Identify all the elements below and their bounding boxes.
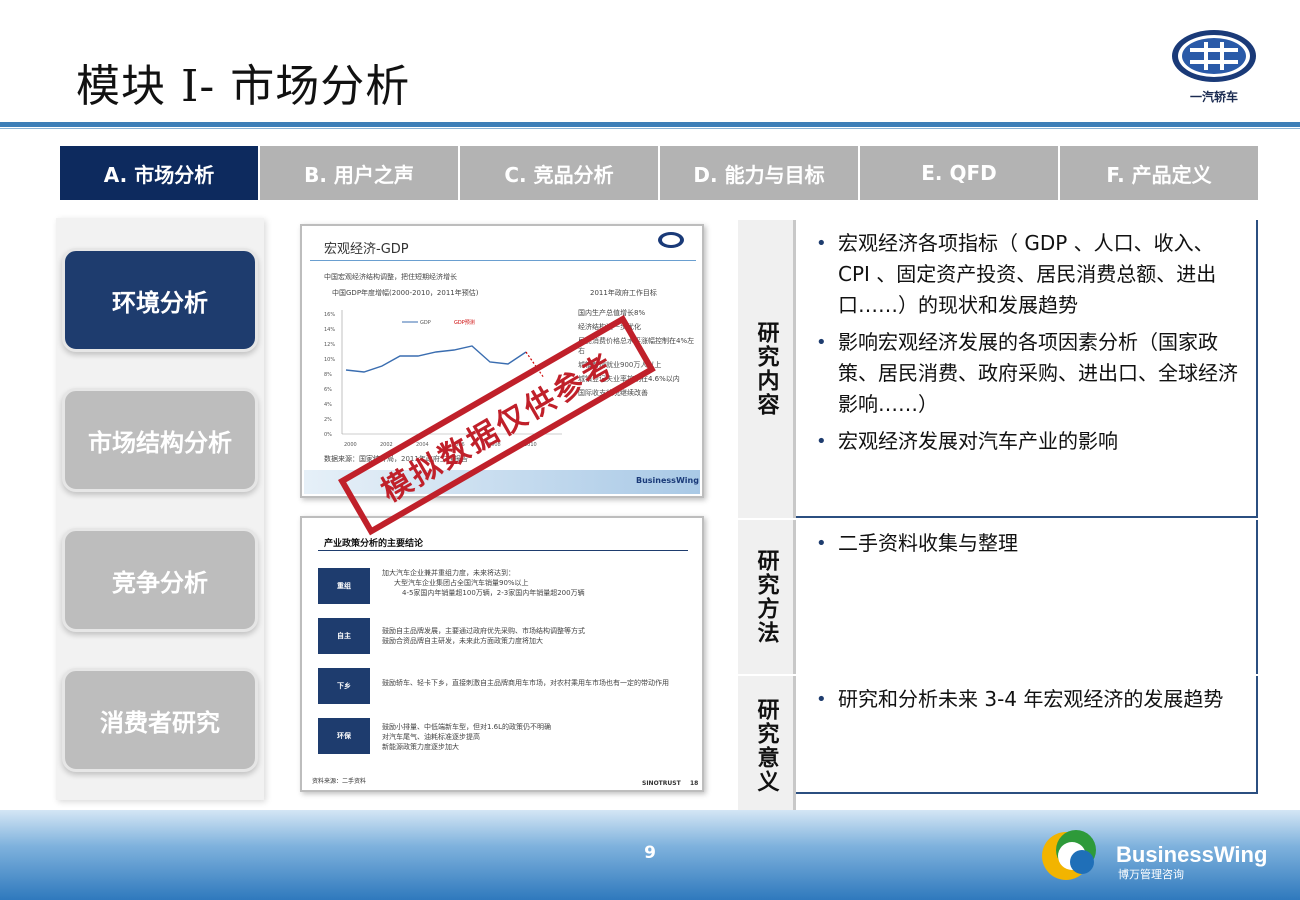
goal-item: 国内生产总值增长8% bbox=[578, 309, 646, 317]
tab-competitor-analysis[interactable]: C. 竞品分析 bbox=[460, 146, 660, 200]
y-tick: 4% bbox=[324, 402, 332, 408]
y-tick: 10% bbox=[324, 357, 335, 363]
y-tick: 8% bbox=[324, 372, 332, 378]
section-significance-box: 研究和分析未来 3-4 年宏观经济的发展趋势 bbox=[796, 676, 1258, 794]
page-number: 9 bbox=[644, 843, 656, 863]
policy-line: 4-5家国内年销量超100万辆，2-3家国内年销量超200万辆 bbox=[402, 589, 585, 597]
y-tick: 16% bbox=[324, 312, 335, 318]
thumb1-title: 宏观经济-GDP bbox=[324, 242, 409, 257]
thumb2-title: 产业政策分析的主要结论 bbox=[324, 539, 424, 549]
section-method-box: 二手资料收集与整理 bbox=[796, 520, 1258, 674]
section-label-significance: 研究意义 bbox=[738, 676, 796, 816]
section-label-content: 研究内容 bbox=[738, 220, 796, 518]
footer-brand-sub: 博万管理咨询 bbox=[1118, 868, 1184, 881]
page-title: 模块 I- 市场分析 bbox=[76, 61, 411, 112]
thumb2-footer-brand: SINOTRUST bbox=[642, 780, 681, 787]
side-nav-panel: 环境分析 市场结构分析 竞争分析 消费者研究 bbox=[56, 218, 264, 800]
legend-gdp: GDP bbox=[420, 320, 431, 326]
tab-voice-of-customer[interactable]: B. 用户之声 bbox=[260, 146, 460, 200]
policy-line: 鼓励合资品牌自主研发，未来此方面政策力度将加大 bbox=[382, 637, 543, 645]
tab-market-analysis[interactable]: A. 市场分析 bbox=[60, 146, 260, 200]
thumb1-panel-title: 2011年政府工作目标 bbox=[590, 289, 657, 297]
legend-gdp-forecast: GDP预测 bbox=[454, 319, 475, 326]
x-tick: 2000 bbox=[344, 442, 357, 448]
section-content-box: 宏观经济各项指标（ GDP 、人口、收入、 CPI 、固定资产投资、居民消费总额… bbox=[796, 220, 1258, 518]
policy-tag: 下乡 bbox=[318, 668, 370, 704]
side-nav-competition[interactable]: 竞争分析 bbox=[62, 528, 258, 632]
policy-line: 鼓励自主品牌发展，主要通过政府优先采购、市场结构调整等方式 bbox=[382, 627, 585, 635]
thumb1-note: 中国宏观经济结构调整，把住短期经济增长 bbox=[324, 273, 457, 281]
y-tick: 14% bbox=[324, 327, 335, 333]
policy-line: 加大汽车企业兼并重组力度，未来将达到： bbox=[382, 569, 515, 577]
thumb1-brand: BusinessWing bbox=[636, 476, 699, 485]
side-nav-market-structure[interactable]: 市场结构分析 bbox=[62, 388, 258, 492]
tab-capability-goals[interactable]: D. 能力与目标 bbox=[660, 146, 860, 200]
tab-qfd[interactable]: E. QFD bbox=[860, 146, 1060, 200]
header-rule-thin bbox=[0, 128, 1300, 129]
section-label-method: 研究方法 bbox=[738, 520, 796, 674]
footer-brand: BusinessWing bbox=[1116, 842, 1268, 867]
y-tick: 2% bbox=[324, 417, 332, 423]
y-tick: 0% bbox=[324, 432, 332, 438]
x-tick: 2002 bbox=[380, 442, 393, 448]
policy-line: 鼓励轿车、轻卡下乡，直接刺激自主品牌商用车市场，对农村乘用车市场也有一定的带动作… bbox=[382, 679, 669, 687]
thumb1-chart-title: 中国GDP年度增幅(2000-2010，2011年预估) bbox=[332, 289, 479, 297]
y-tick: 6% bbox=[324, 387, 332, 393]
policy-tag: 环保 bbox=[318, 718, 370, 754]
policy-tag: 重组 bbox=[318, 568, 370, 604]
thumb2-footer-num: 18 bbox=[690, 780, 699, 787]
side-nav-environment[interactable]: 环境分析 bbox=[62, 248, 258, 352]
thumb2-source: 资料来源：二手资料 bbox=[312, 778, 367, 785]
faw-mini-logo-icon bbox=[658, 232, 684, 248]
policy-line: 对汽车尾气、油耗标准逐步提高 bbox=[382, 733, 480, 741]
y-tick: 12% bbox=[324, 342, 335, 348]
policy-line: 新能源政策力度逐步加大 bbox=[382, 743, 459, 751]
bullet-item: 影响宏观经济发展的各项因素分析（国家政策、居民消费、政府采购、进出口、全球经济影… bbox=[812, 327, 1238, 420]
tab-product-definition[interactable]: F. 产品定义 bbox=[1060, 146, 1258, 200]
bullet-item: 二手资料收集与整理 bbox=[812, 528, 1238, 559]
businesswing-logo-icon bbox=[1042, 830, 1096, 880]
side-nav-consumer-research[interactable]: 消费者研究 bbox=[62, 668, 258, 772]
logo-text: 一汽轿车 bbox=[1189, 90, 1238, 104]
policy-tag: 自主 bbox=[318, 618, 370, 654]
header-rule bbox=[0, 122, 1300, 127]
bullet-item: 宏观经济各项指标（ GDP 、人口、收入、 CPI 、固定资产投资、居民消费总额… bbox=[812, 228, 1238, 321]
policy-slide-thumbnail[interactable]: 产业政策分析的主要结论 重组 加大汽车企业兼并重组力度，未来将达到： 大型汽车企… bbox=[300, 516, 704, 792]
bullet-item: 宏观经济发展对汽车产业的影响 bbox=[812, 426, 1238, 457]
module-tabs: A. 市场分析 B. 用户之声 C. 竞品分析 D. 能力与目标 E. QFD … bbox=[60, 146, 1258, 200]
policy-line: 大型汽车企业集团占全国汽车销量90%以上 bbox=[394, 579, 529, 587]
policy-line: 鼓励小排量、中低端新车型，但对1.6L的政策仍不明确 bbox=[382, 723, 552, 731]
bullet-item: 研究和分析未来 3-4 年宏观经济的发展趋势 bbox=[812, 684, 1238, 715]
